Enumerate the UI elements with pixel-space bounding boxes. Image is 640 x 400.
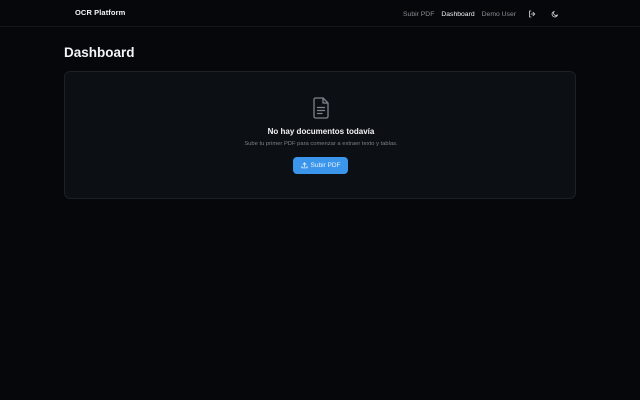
document-icon [313,97,329,119]
upload-pdf-button-label: Subir PDF [310,162,341,169]
upload-icon [300,162,308,169]
top-navbar: OCR Platform Subir PDF Dashboard Demo Us… [0,0,640,27]
moon-icon [551,11,558,18]
page-title: Dashboard [64,45,135,60]
nav-user-name: Demo User [481,10,516,18]
brand-logo[interactable]: OCR Platform [75,8,125,17]
nav-link-subir-pdf[interactable]: Subir PDF [403,11,434,18]
logout-button[interactable] [525,7,539,21]
nav-link-dashboard[interactable]: Dashboard [441,11,474,18]
empty-state-card: No hay documentos todavía Sube tu primer… [64,71,576,199]
empty-state-subtitle: Sube tu primer PDF para comenzar a extra… [244,141,398,147]
theme-toggle-button[interactable] [548,7,562,21]
nav-right: Subir PDF Dashboard Demo User [396,6,562,22]
upload-pdf-button[interactable]: Subir PDF [293,157,348,174]
logout-icon [529,10,536,18]
empty-state-title: No hay documentos todavía [267,127,375,136]
